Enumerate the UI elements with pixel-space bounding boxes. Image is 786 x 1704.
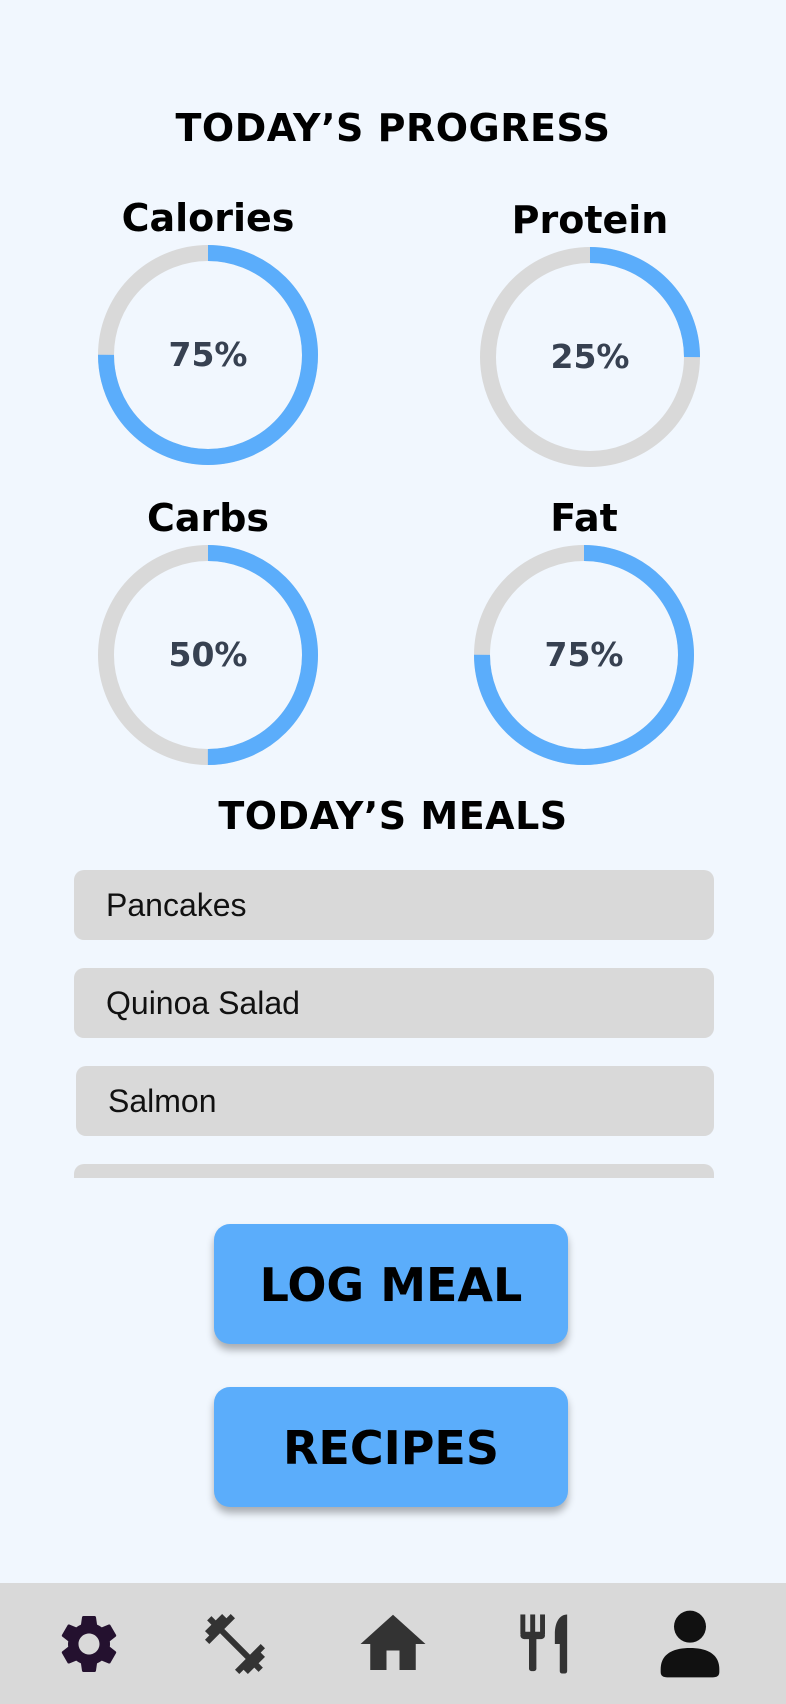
ring-percent: 25% [550,337,630,376]
meal-item[interactable]: Salmon [76,1066,714,1136]
fat-ring: Fat 75% [469,494,699,766]
ring-label: Carbs [146,496,270,540]
gear-icon [61,1615,117,1672]
bottom-nav [0,1583,786,1704]
progress-ring: 25% [479,246,701,468]
recipes-button[interactable]: RECIPES [214,1387,568,1507]
nav-workouts[interactable] [175,1583,295,1704]
ring-percent: 75% [168,335,248,374]
meals-title: TODAY’S MEALS [218,794,568,838]
fork-knife-icon [520,1613,568,1674]
calories-ring: Calories 75% [93,194,323,466]
progress-ring: 50% [97,544,319,766]
home-icon [360,1614,426,1670]
nav-settings[interactable] [29,1583,149,1704]
ring-label: Protein [511,198,669,242]
meal-item[interactable] [74,1164,714,1178]
nav-home[interactable] [333,1583,453,1704]
ring-percent: 75% [544,635,624,674]
progress-ring: 75% [97,244,319,466]
protein-ring: Protein 25% [475,196,705,468]
carbs-ring: Carbs 50% [93,494,323,766]
nav-meals[interactable] [485,1583,605,1704]
ring-percent: 50% [168,635,248,674]
progress-ring: 75% [473,544,695,766]
meal-item[interactable]: Pancakes [74,870,714,940]
person-icon [660,1610,720,1677]
ring-label: Calories [121,196,295,240]
log-meal-button[interactable]: LOG MEAL [214,1224,568,1344]
progress-title: TODAY’S PROGRESS [175,106,611,150]
nav-profile[interactable] [630,1583,750,1704]
ring-label: Fat [550,496,618,540]
meal-item[interactable]: Quinoa Salad [74,968,714,1038]
dumbbell-icon [205,1613,265,1674]
meals-list[interactable]: Pancakes Quinoa Salad Salmon [74,870,714,1178]
